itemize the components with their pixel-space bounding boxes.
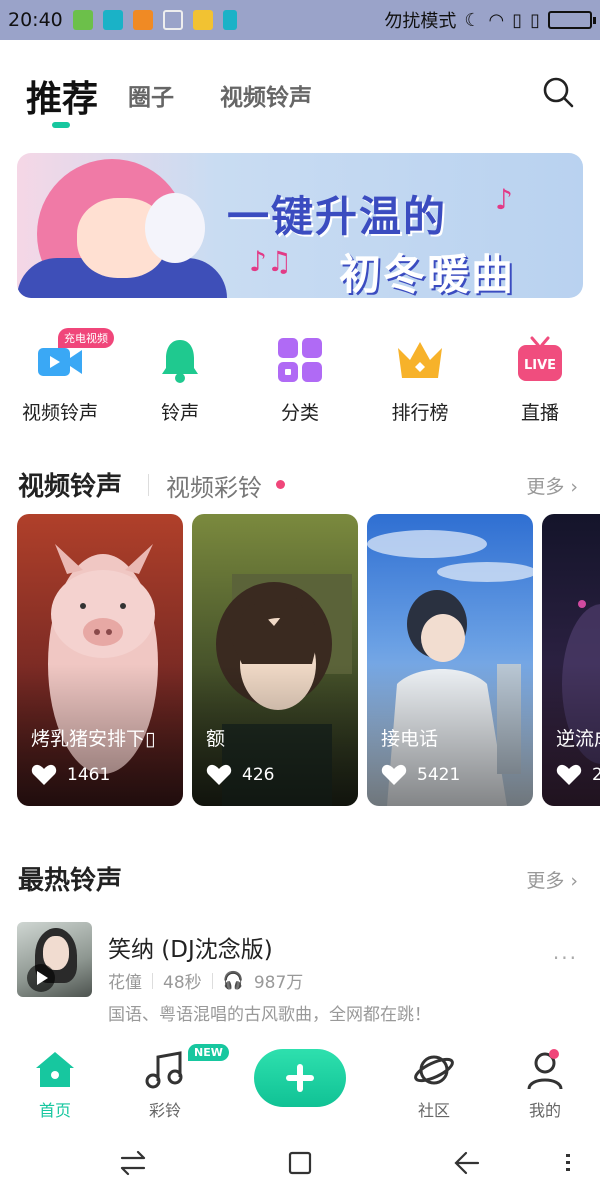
card-title: 接电话 [381,728,439,750]
dnd-label: 勿扰模式 [384,11,457,32]
video-card[interactable]: 逆流成 2 [542,514,600,806]
card-title: 额 [206,728,226,750]
folder-icon [192,10,213,30]
usb-icon [222,10,237,30]
card-likes: 2 [556,764,600,786]
entry-label: 直播 [520,402,559,424]
song-list-item[interactable]: 笑纳 (DJ沈念版) 花僮 48秒 🎧 987万 国语、粤语混唱的古风歌曲，全网… [0,918,600,1028]
notification-app-icon [72,10,93,30]
tab-home[interactable]: 首页 [15,1049,95,1121]
status-time: 20:40 [8,9,63,31]
entry-label: 排行榜 [391,402,449,424]
crown-icon [396,336,444,384]
search-icon[interactable] [540,74,576,110]
svg-text:LIVE: LIVE [524,358,556,373]
top-tab-bar: 推荐 圈子 视频铃声 [0,40,600,140]
wifi-icon: ◠ [488,9,505,31]
song-title: 笑纳 (DJ沈念版) [108,937,273,963]
chevron-right-icon: › [570,476,578,498]
banner-title-line1: 一键升温的 [227,192,448,241]
entry-label: 视频铃声 [21,402,98,424]
card-title: 逆流成 [556,728,600,750]
tab-video-ringtone[interactable]: 视频铃声 [220,78,312,112]
video-card[interactable]: 额 426 [192,514,358,806]
grid-icon [276,336,324,384]
more-options-icon[interactable]: ··· [553,946,578,970]
entry-category[interactable]: 分类 [240,330,360,425]
notification-app-icon [102,10,123,30]
tab-label: 社区 [417,1101,450,1120]
tab-label: 我的 [528,1101,561,1120]
home-square-icon[interactable] [283,1146,317,1180]
home-icon [34,1049,76,1091]
moon-icon: ☾ [464,9,481,31]
bottom-tab-bar: 首页 彩铃 NEW 社区 我的 [0,1035,600,1125]
card-likes: 5421 [381,764,460,786]
battery-icon [548,11,596,29]
section-subtab[interactable]: 视频彩铃 [166,468,262,503]
planet-icon [413,1049,455,1091]
warning-icon [132,10,153,30]
entry-live[interactable]: LIVE 直播 [480,330,600,425]
card-likes: 426 [206,764,274,786]
video-card[interactable]: 接电话 5421 [367,514,533,806]
new-badge: NEW [188,1044,229,1061]
heart-icon [381,764,407,785]
entry-badge: 充电视频 [58,328,114,348]
hot-section-header: 最热铃声 更多 › [0,860,600,900]
unread-dot [276,480,285,489]
music-note-icon: ♪♫ [249,245,292,278]
entry-ringtone[interactable]: 铃声 [120,330,240,425]
heart-icon [31,764,57,785]
tab-label: 彩铃 [148,1101,181,1120]
song-duration: 48秒 [163,973,202,993]
card-title: 烤乳猪安排下▯ [31,728,156,750]
live-tv-icon: LIVE [516,336,564,384]
video-card-list[interactable]: 烤乳猪安排下▯ 1461 额 426 接电话 5421 逆流 2 [0,514,600,808]
sim-icon: ▯ [530,9,540,31]
entry-label: 铃声 [160,402,199,424]
create-button[interactable] [254,1049,346,1107]
switch-icon[interactable] [116,1146,150,1180]
section-title: 最热铃声 [18,866,123,896]
chevron-right-icon: › [570,870,578,892]
promo-banner[interactable]: ♪♫ ♪ 一键升温的 初冬暖曲 [17,153,583,298]
back-icon[interactable] [450,1146,484,1180]
heart-icon [556,764,582,785]
song-artist: 花僮 [108,973,142,993]
more-link[interactable]: 更多 › [526,472,578,499]
section-title[interactable]: 视频铃声 [18,466,122,503]
song-description: 国语、粤语混唱的古风歌曲，全网都在跳！ [108,1005,431,1025]
entry-label: 分类 [280,402,319,424]
tab-label: 首页 [38,1101,71,1120]
tab-community[interactable]: 社区 [394,1049,474,1121]
tab-recommend[interactable]: 推荐 [26,70,98,122]
status-bar: 20:40 勿扰模式 ☾ ◠ ▯ ▯ [0,0,600,40]
video-section-header: 视频铃声 视频彩铃 更多 › [0,466,600,506]
clean-icon [162,10,183,30]
user-icon [524,1049,566,1091]
sim-icon: ▯ [512,9,523,31]
headphones-icon: 🎧 [222,970,244,991]
quick-entry-row: 充电视频 视频铃声 铃声 分类 排行榜 LIVE 直播 [0,328,600,430]
more-link[interactable]: 更多 › [526,866,578,893]
tab-mine[interactable]: 我的 [505,1049,585,1121]
system-navigation-bar [0,1128,600,1200]
heart-icon [206,764,232,785]
play-icon[interactable] [27,964,55,992]
song-plays: 987万 [253,973,304,993]
song-cover[interactable] [17,922,92,997]
tab-indicator [52,122,70,128]
menu-icon[interactable] [552,1146,586,1180]
video-card[interactable]: 烤乳猪安排下▯ 1461 [17,514,183,806]
entry-ranking[interactable]: 排行榜 [360,330,480,425]
music-note-icon: ♪ [495,183,513,216]
banner-title-line2: 初冬暖曲 [339,250,516,298]
bell-icon [156,336,204,384]
music-note-icon [144,1049,186,1091]
card-likes: 1461 [31,764,110,786]
song-meta: 花僮 48秒 🎧 987万 [108,968,304,994]
tab-circle[interactable]: 圈子 [128,78,174,112]
entry-video-ringtone[interactable]: 充电视频 视频铃声 [0,328,120,425]
